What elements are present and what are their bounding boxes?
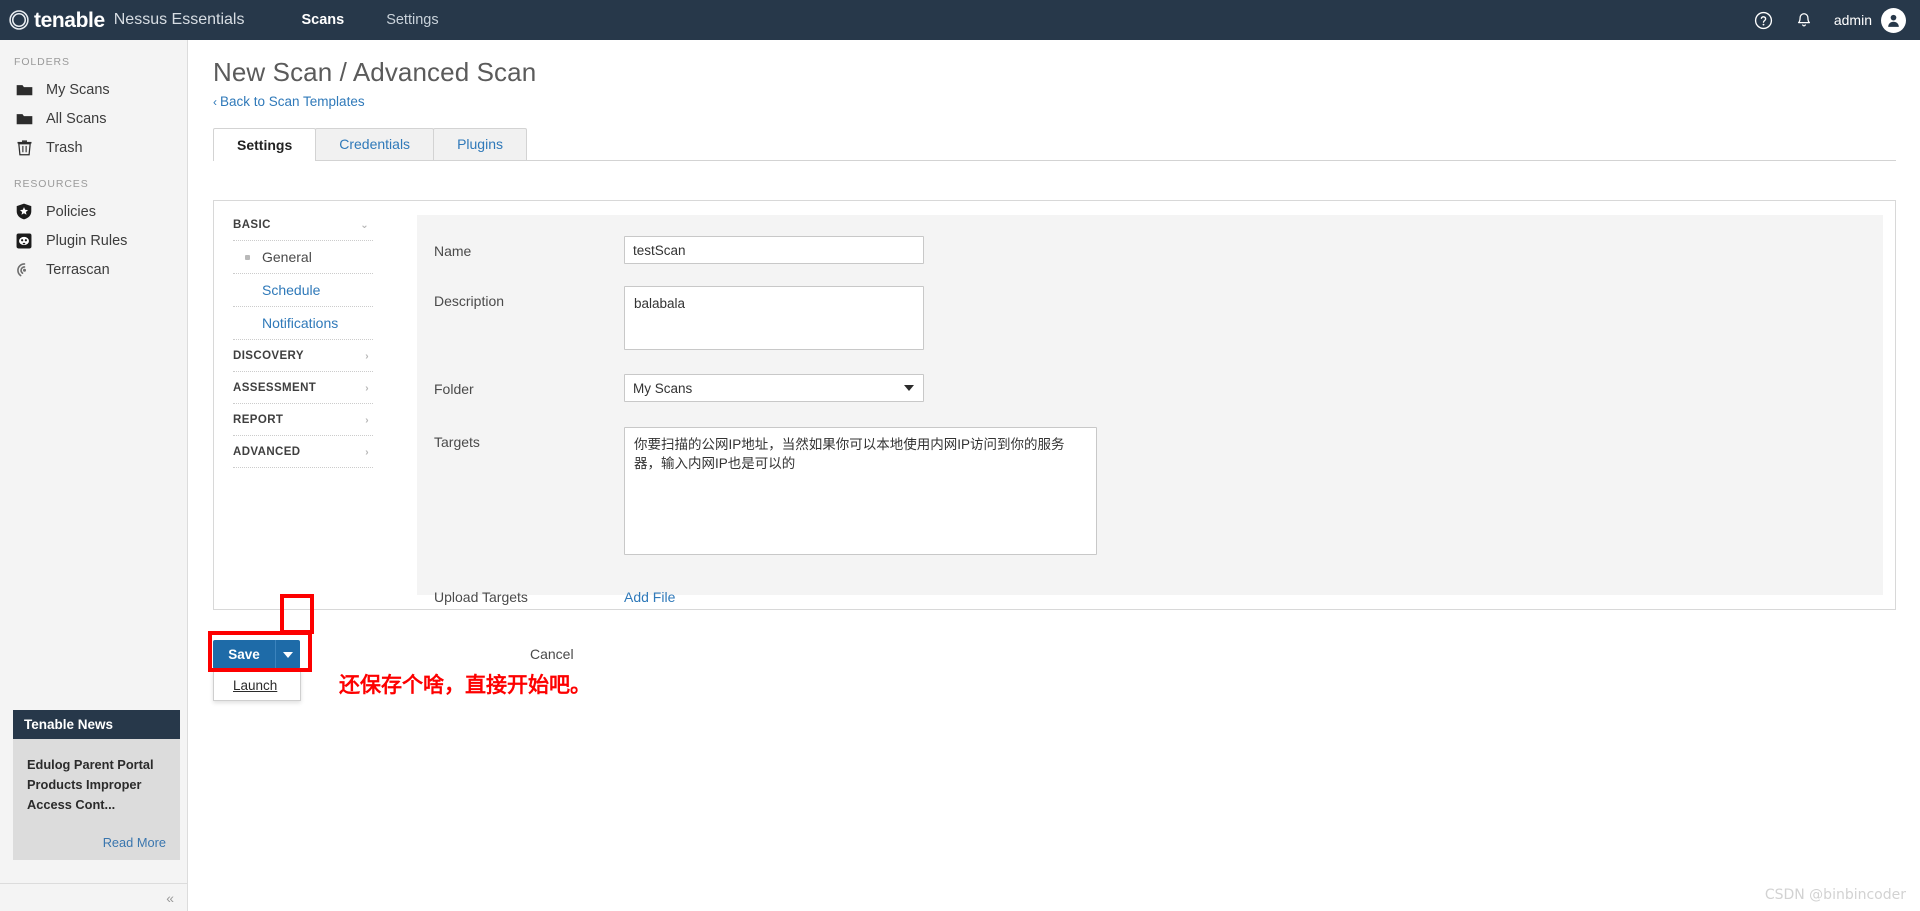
form-row-description: Description <box>417 264 1883 350</box>
settings-group-label: BASIC <box>233 219 271 231</box>
tab-credentials[interactable]: Credentials <box>315 128 435 160</box>
chevron-left-icon: ‹ <box>213 95 217 109</box>
sidebar-item-label: Trash <box>46 139 83 156</box>
chevron-down-icon: ⌄ <box>360 219 369 231</box>
settings-group-label: REPORT <box>233 414 284 426</box>
chevron-right-icon: › <box>365 446 369 458</box>
news-panel-header: Tenable News <box>13 710 180 739</box>
main-content: New Scan / Advanced Scan ‹ Back to Scan T… <box>189 40 1920 911</box>
scan-settings-card: BASIC ⌄ General Schedule Notifications D… <box>213 200 1896 610</box>
sidebar-item-label: Terrascan <box>46 261 110 278</box>
settings-group-discovery[interactable]: DISCOVERY › <box>233 340 373 372</box>
sidebar-item-my-scans[interactable]: My Scans <box>0 75 187 104</box>
targets-label: Targets <box>434 434 480 450</box>
sidebar-item-all-scans[interactable]: All Scans <box>0 104 187 133</box>
targets-textarea[interactable] <box>624 427 1097 555</box>
brand-logo[interactable]: tenable Nessus Essentials <box>0 9 244 31</box>
settings-group-label: ADVANCED <box>233 446 301 458</box>
settings-group-assessment[interactable]: ASSESSMENT › <box>233 372 373 404</box>
user-menu[interactable]: admin <box>1833 7 1906 33</box>
settings-group-label: DISCOVERY <box>233 350 304 362</box>
settings-nav: BASIC ⌄ General Schedule Notifications D… <box>233 201 373 468</box>
tab-bar: Settings Credentials Plugins <box>213 128 1896 161</box>
news-item-title[interactable]: Edulog Parent Portal Products Improper A… <box>27 755 166 815</box>
back-to-scan-templates-link[interactable]: ‹ Back to Scan Templates <box>189 88 365 109</box>
nav-link-scans[interactable]: Scans <box>280 0 365 40</box>
back-link-label: Back to Scan Templates <box>220 94 365 109</box>
settings-item-notifications[interactable]: Notifications <box>233 307 373 340</box>
save-dropdown-menu: Launch <box>213 670 301 701</box>
name-label: Name <box>434 243 472 259</box>
tab-settings[interactable]: Settings <box>213 128 317 161</box>
username-label: admin <box>1833 12 1872 28</box>
sidebar-item-plugin-rules[interactable]: Plugin Rules <box>0 226 187 255</box>
sidebar-item-policies[interactable]: Policies <box>0 197 187 226</box>
sidebar-item-terrascan[interactable]: Terrascan <box>0 255 187 284</box>
settings-group-advanced[interactable]: ADVANCED › <box>233 436 373 468</box>
settings-group-label: ASSESSMENT <box>233 382 317 394</box>
form-row-folder: Folder My Scans <box>417 350 1883 402</box>
plugin-icon <box>14 232 34 250</box>
watermark: CSDN @binbincoder <box>1764 887 1906 903</box>
save-dropdown-toggle[interactable] <box>275 640 300 669</box>
top-navigation-bar: tenable Nessus Essentials Scans Settings… <box>0 0 1920 40</box>
form-row-upload-targets: Upload Targets Add File <box>417 555 1883 605</box>
user-avatar-icon <box>1881 7 1906 33</box>
cancel-button[interactable]: Cancel <box>530 640 574 669</box>
nav-link-settings[interactable]: Settings <box>365 0 459 40</box>
sidebar-heading-resources: RESOURCES <box>14 178 89 190</box>
tenable-logo-icon <box>8 9 30 31</box>
settings-group-basic[interactable]: BASIC ⌄ <box>233 217 373 241</box>
collapse-chevrons-icon: « <box>166 889 174 906</box>
bell-icon[interactable] <box>1794 10 1814 30</box>
annotation-note-text: 还保存个啥，直接开始吧。 <box>339 673 591 697</box>
add-file-link[interactable]: Add File <box>624 582 675 605</box>
chevron-right-icon: › <box>365 414 369 426</box>
chevron-right-icon: › <box>365 350 369 362</box>
trash-icon <box>14 139 34 157</box>
sidebar-item-label: My Scans <box>46 81 110 98</box>
tab-plugins[interactable]: Plugins <box>433 128 527 160</box>
tenable-news-panel: Tenable News Edulog Parent Portal Produc… <box>13 710 180 860</box>
page-title: New Scan / Advanced Scan <box>213 57 537 87</box>
settings-group-report[interactable]: REPORT › <box>233 404 373 436</box>
launch-menu-item[interactable]: Launch <box>214 671 300 700</box>
form-row-name: Name <box>417 215 1883 264</box>
sidebar-item-label: Plugin Rules <box>46 232 128 249</box>
chevron-right-icon: › <box>365 382 369 394</box>
folder-icon <box>14 110 34 128</box>
folder-icon <box>14 81 34 99</box>
upload-targets-label: Upload Targets <box>434 589 528 605</box>
chevron-down-icon <box>283 651 293 658</box>
terrascan-icon <box>14 261 34 279</box>
sidebar-heading-folders: FOLDERS <box>14 56 70 68</box>
news-read-more-link[interactable]: Read More <box>27 835 166 850</box>
folder-selected-value: My Scans <box>633 380 693 396</box>
primary-nav: Scans Settings <box>280 0 459 40</box>
news-panel-body: Edulog Parent Portal Products Improper A… <box>13 739 180 860</box>
folder-label: Folder <box>434 381 474 397</box>
settings-item-schedule[interactable]: Schedule <box>233 274 373 307</box>
left-sidebar: FOLDERS My Scans All Scans Trash RESOURC… <box>0 40 188 911</box>
general-settings-form: Name Description Folder My Scans Targets… <box>417 215 1883 605</box>
nav-right-group: admin <box>1754 7 1920 33</box>
save-button[interactable]: Save <box>213 640 275 669</box>
product-name: Nessus Essentials <box>113 11 245 28</box>
form-row-targets: Targets <box>417 402 1883 555</box>
sidebar-item-label: All Scans <box>46 110 107 127</box>
sidebar-item-label: Policies <box>46 203 96 220</box>
brand-wordmark: tenable <box>34 8 105 32</box>
settings-item-general[interactable]: General <box>233 241 373 274</box>
description-label: Description <box>434 293 505 309</box>
folder-select[interactable]: My Scans <box>624 374 924 402</box>
scan-description-textarea[interactable] <box>624 286 924 350</box>
help-circle-icon[interactable] <box>1754 10 1774 30</box>
chevron-down-icon <box>904 385 914 391</box>
shield-star-icon <box>14 203 34 221</box>
sidebar-collapse-button[interactable]: « <box>0 883 187 911</box>
sidebar-item-trash[interactable]: Trash <box>0 133 187 162</box>
scan-name-input[interactable] <box>624 236 924 264</box>
